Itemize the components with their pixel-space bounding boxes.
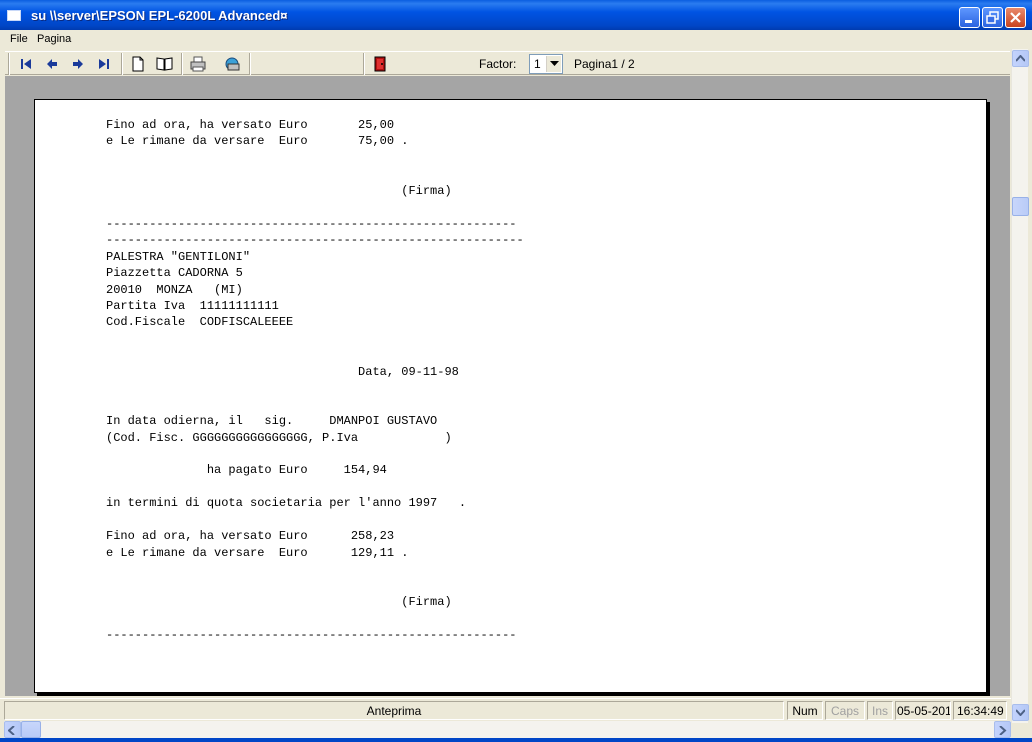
vertical-scrollbar[interactable] xyxy=(1011,49,1029,723)
last-page-button[interactable] xyxy=(93,54,115,74)
document-line: ----------------------------------------… xyxy=(106,233,524,248)
menu-pagina[interactable]: Pagina xyxy=(37,33,71,45)
factor-value: 1 xyxy=(534,57,541,71)
document-line: e Le rimane da versare Euro 129,11 . xyxy=(106,545,409,560)
page-icon xyxy=(132,56,144,72)
toolbar: Factor: 1 Pagina1 / 2 xyxy=(5,51,1010,75)
document-line: in termini di quota societaria per l'ann… xyxy=(106,496,467,511)
page-counter: Pagina1 / 2 xyxy=(574,57,635,71)
toolbar-separator xyxy=(249,53,251,75)
document-line: Data, 09-11-98 xyxy=(106,364,459,379)
document-line: Piazzetta CADORNA 5 xyxy=(106,266,243,281)
arrow-left-icon xyxy=(47,59,57,69)
chevron-down-icon xyxy=(550,61,559,66)
print-button[interactable] xyxy=(187,54,209,74)
scroll-left-button[interactable] xyxy=(4,721,21,738)
close-icon xyxy=(1010,12,1021,23)
two-pages-button[interactable] xyxy=(153,54,175,74)
arrow-right-icon xyxy=(73,59,83,69)
document-line: Fino ad ora, ha versato Euro 25,00 xyxy=(106,118,395,132)
chevron-left-icon xyxy=(8,726,15,735)
document-line: (Cod. Fisc. GGGGGGGGGGGGGGGG, P.Iva ) xyxy=(106,430,452,445)
printer-setup-icon xyxy=(225,57,240,71)
document-line: ----------------------------------------… xyxy=(106,216,517,231)
chevron-up-icon xyxy=(1016,55,1025,62)
vertical-scroll-thumb[interactable] xyxy=(1012,197,1029,216)
status-ins: Ins xyxy=(867,701,893,720)
restore-icon xyxy=(986,11,999,24)
preview-area[interactable]: Fino ad ora, ha versato Euro 25,00 e Le r… xyxy=(5,76,1010,696)
document-line: Fino ad ora, ha versato Euro 258,23 xyxy=(106,529,395,544)
menu-bar: File Pagina xyxy=(0,30,1032,49)
menu-file[interactable]: File xyxy=(10,33,28,45)
factor-dropdown[interactable]: 1 xyxy=(529,54,563,74)
document-line: PALESTRA "GENTILONI" xyxy=(106,249,251,264)
document-line: (Firma) xyxy=(106,183,452,198)
window-icon xyxy=(7,10,21,21)
document-line: In data odierna, il sig. DMANPOI GUSTAVO xyxy=(106,414,438,429)
status-time: 16:34:49 xyxy=(953,701,1007,720)
document-line: (Firma) xyxy=(106,595,452,610)
document-line: 20010 MONZA (MI) xyxy=(106,282,243,297)
scroll-up-button[interactable] xyxy=(1012,50,1029,67)
last-page-icon xyxy=(99,59,109,69)
document-line: e Le rimane da versare Euro 75,00 . xyxy=(106,134,409,149)
status-bar: Anteprima Num Caps Ins 05-05-2016 16:34:… xyxy=(0,698,1011,720)
minimize-button[interactable] xyxy=(959,7,980,28)
restore-button[interactable] xyxy=(982,7,1003,28)
chevron-down-icon xyxy=(1016,709,1025,716)
horizontal-scroll-thumb[interactable] xyxy=(21,721,41,738)
status-mode: Anteprima xyxy=(4,701,784,720)
toolbar-separator xyxy=(181,53,183,75)
first-page-button[interactable] xyxy=(15,54,37,74)
previous-page-button[interactable] xyxy=(41,54,63,74)
factor-label: Factor: xyxy=(479,57,517,71)
first-page-icon xyxy=(21,59,31,69)
horizontal-scrollbar[interactable] xyxy=(4,721,1011,738)
title-bar[interactable]: su \\server\EPSON EPL-6200L Advanced¤ xyxy=(0,0,1032,30)
exit-door-icon xyxy=(374,56,386,72)
status-caps: Caps xyxy=(825,701,865,720)
toolbar-separator xyxy=(363,53,365,75)
printer-icon xyxy=(190,56,206,72)
printer-setup-button[interactable] xyxy=(221,54,243,74)
document-line: Partita Iva 11111111111 xyxy=(106,298,279,313)
document-line: Cod.Fiscale CODFISCALEEEE xyxy=(106,315,294,330)
next-page-button[interactable] xyxy=(67,54,89,74)
scroll-down-button[interactable] xyxy=(1012,704,1029,721)
window-bottom-border xyxy=(0,738,1032,742)
window-title: su \\server\EPSON EPL-6200L Advanced¤ xyxy=(31,8,288,23)
toolbar-separator xyxy=(121,53,123,75)
open-book-icon xyxy=(156,57,173,71)
document-line: ----------------------------------------… xyxy=(106,627,517,642)
print-preview-window: su \\server\EPSON EPL-6200L Advanced¤ Fi… xyxy=(0,0,1032,742)
document-line: ha pagato Euro 154,94 xyxy=(106,463,387,478)
chevron-right-icon xyxy=(999,726,1007,735)
exit-button[interactable] xyxy=(369,54,391,74)
close-button[interactable] xyxy=(1005,7,1026,28)
toolbar-grip xyxy=(8,53,10,75)
page-preview: Fino ad ora, ha versato Euro 25,00 e Le r… xyxy=(34,99,987,693)
status-num: Num xyxy=(787,701,823,720)
single-page-button[interactable] xyxy=(127,54,149,74)
dropdown-arrow[interactable] xyxy=(546,56,561,72)
status-date: 05-05-2016 xyxy=(895,701,951,720)
minimize-icon xyxy=(965,20,972,23)
scroll-right-button[interactable] xyxy=(994,721,1011,738)
